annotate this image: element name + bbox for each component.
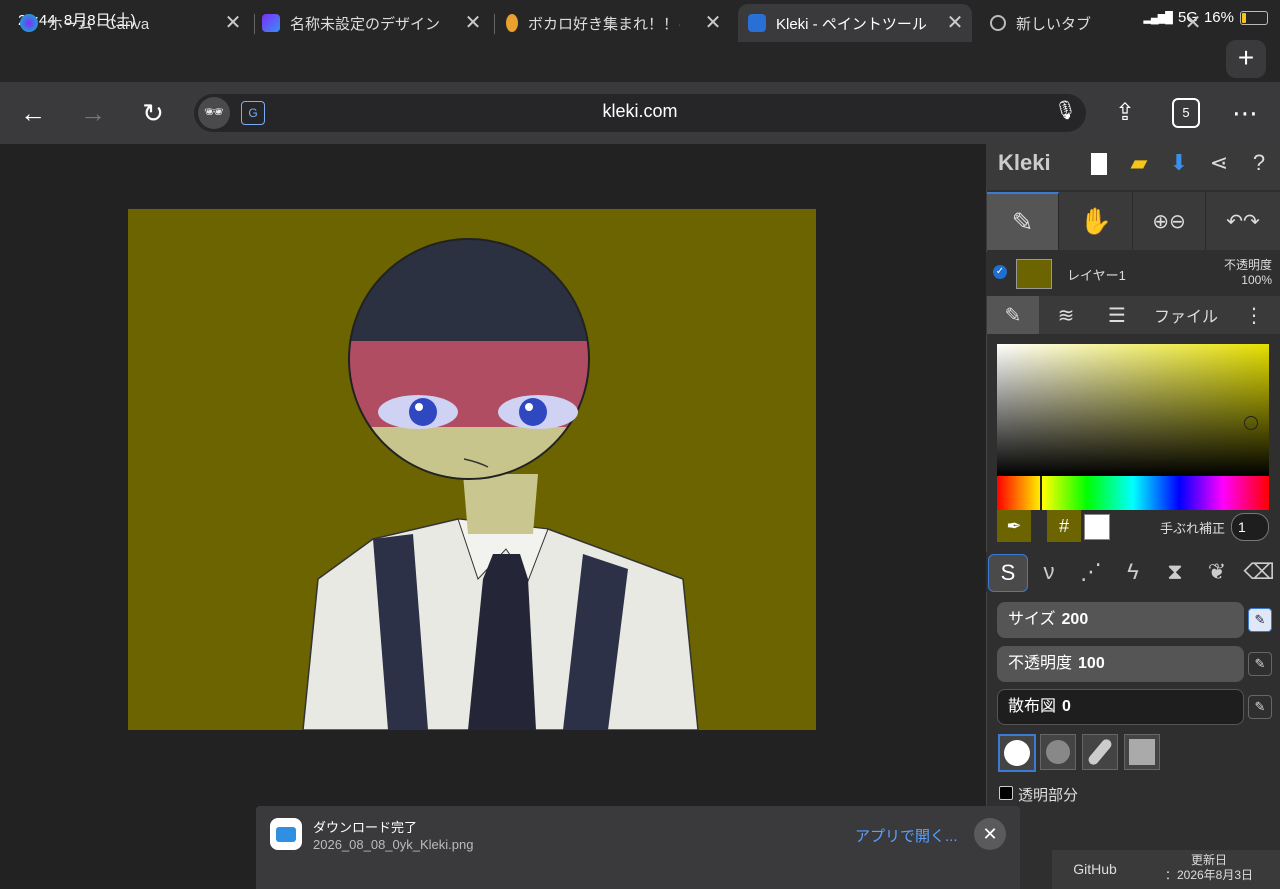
close-icon[interactable]: ✕	[974, 818, 1006, 850]
share-icon[interactable]: ⋖	[1204, 148, 1234, 178]
more-menu-icon[interactable]: ⋯	[1228, 96, 1262, 130]
chemy-brush-icon[interactable]: ⧗	[1156, 554, 1194, 590]
tab-label: Kleki - ペイントツール	[776, 15, 927, 33]
scatter-slider[interactable]: 散布図 0	[997, 689, 1244, 725]
download-filename: 2026_08_08_0yk_Kleki.png	[313, 837, 474, 852]
round-tip-button[interactable]	[998, 734, 1036, 772]
layer-opacity: 不透明度 100%	[1223, 258, 1272, 287]
scatter-pressure-toggle[interactable]: ✎	[1248, 695, 1272, 719]
reload-button[interactable]: ↻	[136, 96, 170, 130]
tab-layers-icon[interactable]: ≋	[1042, 296, 1090, 334]
chisel-tip-button[interactable]	[1082, 734, 1118, 770]
kleki-logo: Kleki	[998, 150, 1051, 175]
tab-kleki[interactable]: Kleki - ペイントツール ✕	[738, 4, 972, 42]
stabilizer-label: 手ぶれ補正	[1160, 521, 1226, 536]
opacity-slider[interactable]: 不透明度 100	[997, 646, 1244, 682]
hand-tool-button[interactable]: ✋	[1060, 192, 1133, 250]
lock-alpha-label: 透明部分	[1018, 787, 1079, 804]
pixel-brush-icon[interactable]: ϟ	[1114, 554, 1152, 590]
close-icon[interactable]: ✕	[462, 12, 484, 34]
download-icon[interactable]: ⬇	[1164, 148, 1194, 178]
help-icon[interactable]: ?	[1244, 148, 1274, 178]
new-file-icon[interactable]	[1084, 148, 1114, 178]
tab-design[interactable]: 名称未設定のデザイン - ✕	[262, 4, 490, 42]
github-link[interactable]: GitHub	[1058, 861, 1132, 877]
lock-alpha-checkbox[interactable]	[999, 786, 1013, 800]
hue-slider[interactable]	[997, 476, 1269, 510]
undo-redo-button[interactable]: ↶↷	[1206, 192, 1280, 250]
tab-bar	[0, 36, 1280, 82]
tab-vocaloid[interactable]: ボカロ好き集まれ！！· ✕	[502, 4, 730, 42]
pen-brush-icon[interactable]: S	[988, 554, 1028, 592]
size-pressure-toggle[interactable]: ✎	[1248, 608, 1272, 632]
updated-date: 更新日 ：2026年8月3日	[1164, 853, 1254, 882]
color-saturation-picker[interactable]	[997, 344, 1269, 476]
kleki-icon	[748, 14, 766, 32]
close-icon[interactable]: ✕	[944, 12, 966, 34]
incognito-icon[interactable]: 🕶	[198, 97, 230, 129]
back-button[interactable]: ←	[16, 96, 50, 130]
square-tip-button[interactable]	[1124, 734, 1160, 770]
eyedropper-icon[interactable]: ✒	[997, 510, 1031, 542]
tab-separator	[494, 14, 495, 34]
hue-cursor[interactable]	[1040, 476, 1042, 510]
tab-label: 名称未設定のデザイン -	[290, 15, 440, 33]
sketchy-brush-icon[interactable]: ⋰	[1072, 554, 1110, 590]
soft-tip-button[interactable]	[1040, 734, 1076, 770]
more-options-icon[interactable]: ⋮	[1240, 296, 1268, 334]
size-slider[interactable]: サイズ 200	[997, 602, 1244, 638]
forward-button[interactable]: →	[76, 96, 110, 130]
blend-brush-icon[interactable]: ν	[1030, 554, 1068, 590]
download-title: ダウンロード完了	[313, 820, 418, 835]
tab-adjust-icon[interactable]: ☰	[1092, 296, 1142, 334]
tab-new[interactable]: 新しいタブ ✕	[990, 4, 1210, 42]
tab-label: 新しいタブ	[1016, 15, 1092, 33]
artwork	[302, 238, 699, 730]
tab-count-button[interactable]: 5	[1172, 98, 1200, 128]
eraser-icon[interactable]: ⌫	[1240, 554, 1278, 590]
close-icon[interactable]: ✕	[1182, 12, 1204, 34]
opacity-pressure-toggle[interactable]: ✎	[1248, 652, 1272, 676]
close-icon[interactable]: ✕	[702, 12, 724, 34]
secondary-color-swatch[interactable]	[1084, 514, 1110, 540]
microphone-icon[interactable]: 🎙	[1054, 100, 1077, 124]
open-folder-icon[interactable]: ▰	[1124, 148, 1154, 178]
hex-input-button[interactable]: #	[1047, 510, 1081, 542]
tab-canva[interactable]: ホーム - Canva ✕	[20, 4, 250, 42]
video-icon	[262, 14, 280, 32]
drawing-canvas[interactable]	[128, 209, 816, 730]
color-picker-cursor[interactable]	[1244, 416, 1258, 430]
smudge-brush-icon[interactable]: ❦	[1198, 554, 1236, 590]
battery-icon	[1240, 10, 1268, 25]
stabilizer-select[interactable]: 1	[1231, 513, 1269, 541]
brush-tool-button[interactable]: ✎	[987, 192, 1059, 250]
tab-label: ボカロ好き集まれ！！·	[528, 15, 680, 33]
bean-icon	[506, 14, 518, 32]
new-tab-button[interactable]: +	[1226, 40, 1266, 78]
files-app-icon	[270, 818, 302, 850]
tab-label: ホーム - Canva	[48, 15, 150, 33]
open-in-app-button[interactable]: アプリで開く...	[855, 825, 958, 846]
tab-brush-icon[interactable]: ✎	[987, 296, 1039, 334]
layer-visibility-checkbox[interactable]: ✓	[993, 265, 1007, 279]
close-icon[interactable]: ✕	[222, 12, 244, 34]
translate-icon[interactable]: G	[241, 101, 265, 125]
layer-name: レイヤー1	[1067, 268, 1126, 283]
canva-icon	[20, 14, 38, 32]
zoom-button[interactable]: ⊕⊖	[1133, 192, 1206, 250]
share-icon[interactable]: ⇪	[1108, 96, 1142, 130]
tab-separator	[254, 14, 255, 34]
layer-thumbnail	[1016, 259, 1052, 289]
tab-file[interactable]: ファイル	[1146, 296, 1226, 334]
globe-icon	[990, 15, 1006, 31]
url-text[interactable]: kleki.com	[540, 101, 740, 122]
